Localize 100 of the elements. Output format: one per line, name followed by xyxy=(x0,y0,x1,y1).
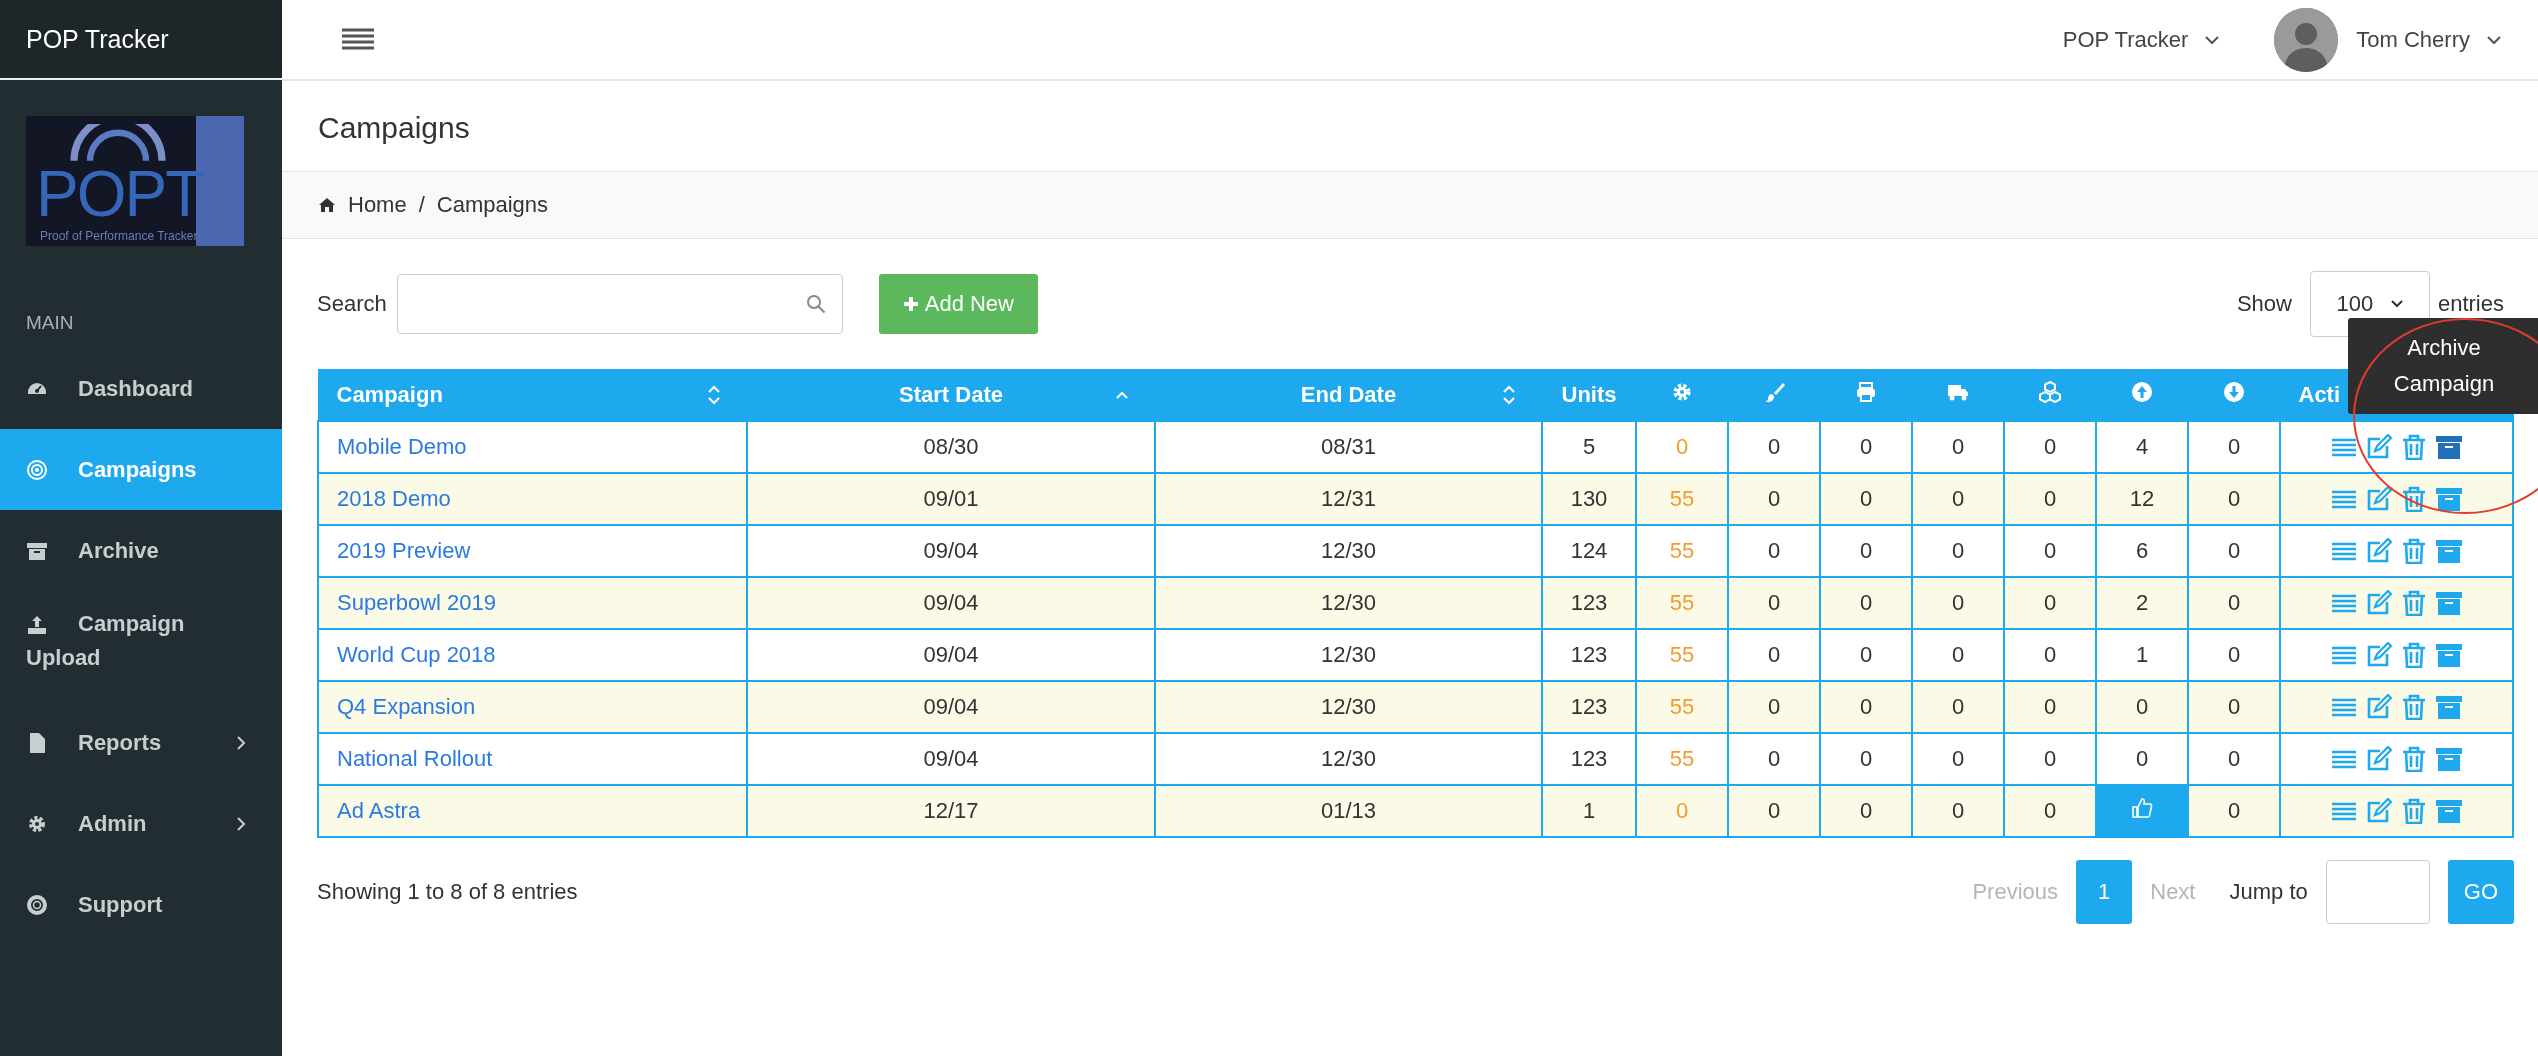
table-cell: 12 xyxy=(2129,486,2155,511)
sidebar-item[interactable]: Admin xyxy=(0,783,282,864)
table-cell: 12/30 xyxy=(1320,694,1377,719)
table-cell: 0 xyxy=(2043,486,2057,511)
archive-icon[interactable] xyxy=(2435,435,2462,459)
archive-icon[interactable] xyxy=(2435,487,2462,511)
campaign-link[interactable]: National Rollout xyxy=(337,746,493,771)
edit-icon[interactable] xyxy=(2365,590,2392,616)
campaign-link[interactable]: World Cup 2018 xyxy=(337,642,496,667)
lifebuoy-icon xyxy=(26,893,48,916)
campaign-link[interactable]: Superbowl 2019 xyxy=(337,590,496,615)
user-menu[interactable]: Tom Cherry xyxy=(2274,7,2502,72)
table-cell: 55 xyxy=(1669,746,1695,771)
trash-icon[interactable] xyxy=(2401,434,2426,460)
trash-icon[interactable] xyxy=(2401,694,2426,720)
trash-icon[interactable] xyxy=(2401,486,2426,512)
sort-icon[interactable] xyxy=(1501,385,1516,405)
column-header[interactable]: Acti xyxy=(2298,382,2341,407)
list-icon[interactable] xyxy=(2331,541,2356,561)
list-icon[interactable] xyxy=(2331,489,2356,509)
search-field[interactable] xyxy=(396,274,843,334)
trash-icon[interactable] xyxy=(2401,642,2426,668)
breadcrumb-separator: / xyxy=(418,192,425,218)
sidebar-item[interactable]: Support xyxy=(0,864,282,945)
column-header[interactable]: End Date xyxy=(1300,382,1397,407)
trash-icon[interactable] xyxy=(2401,590,2426,616)
page-input[interactable] xyxy=(2325,860,2430,924)
table-cell: 0 xyxy=(1675,798,1689,823)
list-icon[interactable] xyxy=(2331,593,2356,613)
home-icon xyxy=(318,197,336,213)
jump-label: Jump to xyxy=(2229,879,2308,905)
edit-icon[interactable] xyxy=(2365,486,2392,512)
menu-icon[interactable] xyxy=(342,26,374,53)
list-icon[interactable] xyxy=(2331,645,2356,665)
table-cell: 0 xyxy=(2227,746,2241,771)
sidebar-item[interactable]: Dashboard xyxy=(0,348,282,429)
table-cell: 08/31 xyxy=(1320,434,1377,459)
table-cell: 0 xyxy=(1859,746,1873,771)
list-icon[interactable] xyxy=(2331,697,2356,717)
trash-icon[interactable] xyxy=(2401,538,2426,564)
table-cell: 0 xyxy=(2227,694,2241,719)
trash-icon[interactable] xyxy=(2401,746,2426,772)
edit-icon[interactable] xyxy=(2365,798,2392,824)
archive-icon[interactable] xyxy=(2435,591,2462,615)
table-cell: 1 xyxy=(2135,642,2149,667)
list-icon[interactable] xyxy=(2331,437,2356,457)
table-cell: 5 xyxy=(1582,434,1596,459)
chevron-down-icon xyxy=(2391,300,2404,308)
campaign-link[interactable]: 2019 Preview xyxy=(337,538,471,563)
brush-icon xyxy=(1763,381,1785,403)
list-icon[interactable] xyxy=(2331,801,2356,821)
edit-icon[interactable] xyxy=(2365,642,2392,668)
column-header[interactable]: Start Date xyxy=(899,382,1003,407)
table-cell: 09/04 xyxy=(923,694,979,719)
table-info: Showing 1 to 8 of 8 entries xyxy=(317,879,578,905)
campaign-link[interactable]: Ad Astra xyxy=(337,798,421,823)
table-cell: 12/30 xyxy=(1320,746,1377,771)
archive-icon[interactable] xyxy=(2435,747,2462,771)
upload-icon xyxy=(26,614,48,637)
app-dropdown[interactable]: POP Tracker xyxy=(2062,26,2221,53)
breadcrumb-item[interactable]: Home xyxy=(348,192,407,218)
table-cell: 0 xyxy=(1859,798,1873,823)
sidebar-item[interactable]: Campaigns xyxy=(0,429,282,510)
app-title[interactable]: POP Tracker xyxy=(0,0,282,80)
archive-icon[interactable] xyxy=(2435,539,2462,563)
archive-icon[interactable] xyxy=(2435,799,2462,823)
campaign-link[interactable]: Mobile Demo xyxy=(337,434,467,459)
archive-icon[interactable] xyxy=(2435,695,2462,719)
table-cell: 0 xyxy=(1859,486,1873,511)
sidebar-item[interactable]: Archive xyxy=(0,510,282,591)
sidebar-item[interactable]: Reports xyxy=(0,702,282,783)
table-cell: 0 xyxy=(2043,798,2057,823)
table-cell: 0 xyxy=(2043,434,2057,459)
page-button[interactable]: 1 xyxy=(2076,860,2133,924)
list-icon[interactable] xyxy=(2331,749,2356,769)
table-cell: 0 xyxy=(2227,486,2241,511)
entries-label: entries xyxy=(2437,291,2504,317)
table-cell: 55 xyxy=(1669,590,1695,615)
sidebar-item[interactable]: Campaign Upload xyxy=(0,591,282,702)
table-cell: 0 xyxy=(1767,538,1781,563)
archive-icon[interactable] xyxy=(2435,643,2462,667)
trash-icon[interactable] xyxy=(2401,798,2426,824)
edit-icon[interactable] xyxy=(2365,538,2392,564)
sort-icon[interactable] xyxy=(706,385,721,405)
table-cell: 12/17 xyxy=(923,798,979,823)
chevron-down-icon xyxy=(2486,34,2502,45)
table-cell: 0 xyxy=(1951,538,1965,563)
edit-icon[interactable] xyxy=(2365,746,2392,772)
table-cell: 0 xyxy=(1951,590,1965,615)
edit-icon[interactable] xyxy=(2365,694,2392,720)
add-new-button[interactable]: Add New xyxy=(878,274,1038,334)
column-header[interactable]: Campaign xyxy=(336,382,443,407)
target-icon xyxy=(26,458,48,481)
table-cell: 55 xyxy=(1669,642,1695,667)
go-button[interactable]: GO xyxy=(2447,860,2514,924)
tooltip: Archive Campaign xyxy=(2348,318,2538,414)
campaign-link[interactable]: 2018 Demo xyxy=(337,486,451,511)
edit-icon[interactable] xyxy=(2365,434,2392,460)
table-cell: 0 xyxy=(1951,642,1965,667)
campaign-link[interactable]: Q4 Expansion xyxy=(337,694,476,719)
